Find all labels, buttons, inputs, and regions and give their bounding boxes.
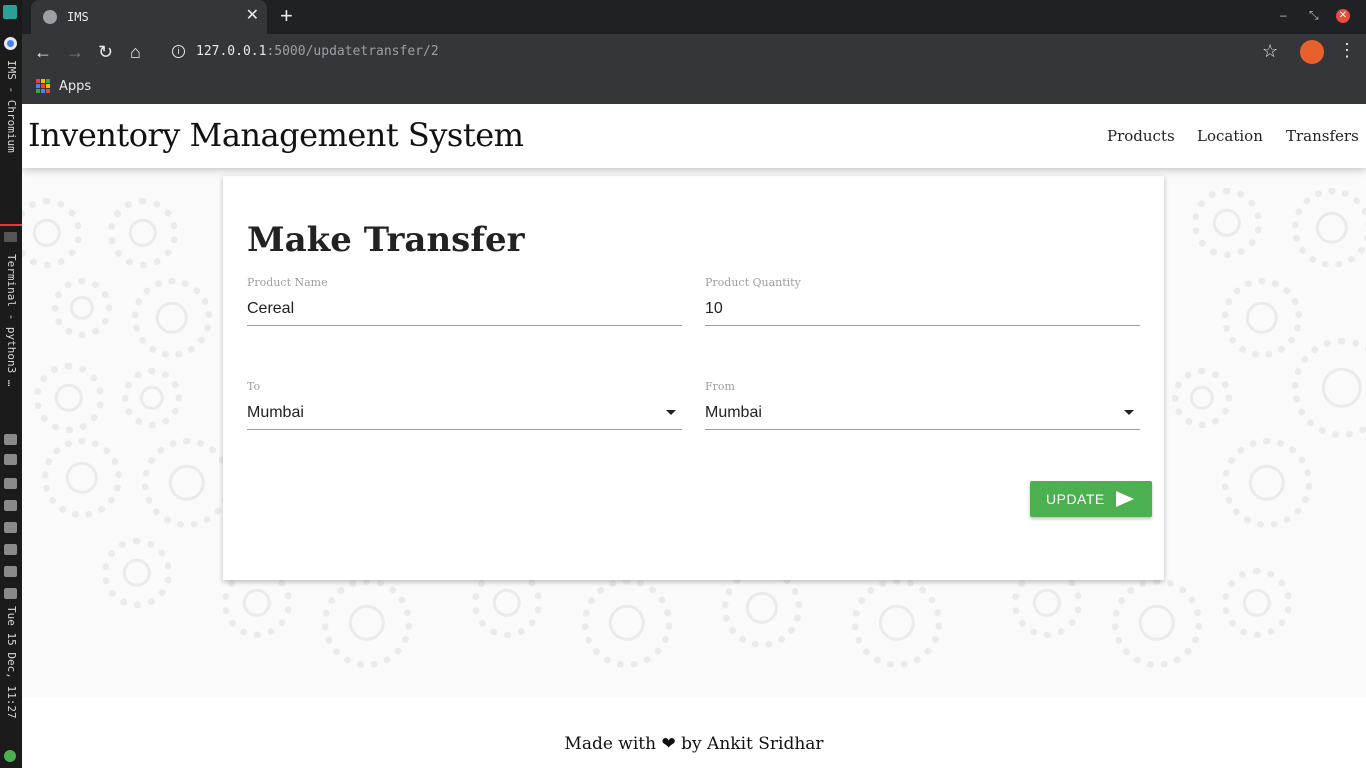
apps-grid-icon[interactable]	[36, 79, 50, 93]
taskbar-separator	[0, 224, 22, 226]
apps-bookmark[interactable]: Apps	[59, 79, 91, 94]
tray-keyboard-icon[interactable]	[4, 434, 17, 445]
from-selected-value[interactable]: Mumbai	[705, 404, 762, 422]
footer-credit: Made with ❤ by Ankit Sridhar	[22, 734, 1366, 754]
page-footer: Made with ❤ by Ankit Sridhar	[22, 698, 1366, 768]
bookmarks-bar: Apps	[22, 71, 1366, 104]
chromium-icon	[4, 37, 17, 50]
nav-link-location[interactable]: Location	[1197, 127, 1263, 145]
new-tab-button[interactable]: +	[280, 4, 293, 28]
footer-prefix: Made with	[564, 734, 657, 754]
browser-tab-strip: IMS ✕ + – ⤡ ✕	[22, 0, 1366, 34]
profile-avatar[interactable]	[1300, 40, 1324, 64]
url-host: 127.0.0.1	[196, 44, 267, 59]
terminal-icon	[4, 232, 17, 242]
from-label: From	[705, 380, 735, 393]
taskbar-window-terminal[interactable]: Terminal - python3 …	[2, 254, 20, 386]
product-name-input[interactable]: Cereal	[247, 300, 294, 318]
minimize-icon[interactable]: –	[1280, 8, 1287, 22]
product-name-field[interactable]: Product Name Cereal	[247, 276, 682, 336]
web-page: Inventory Management System Products Loc…	[22, 104, 1366, 768]
product-quantity-field[interactable]: Product Quantity 10	[705, 276, 1140, 336]
tray-network-icon[interactable]	[4, 478, 17, 489]
maximize-icon[interactable]: ⤡	[1309, 8, 1319, 23]
to-label: To	[247, 380, 261, 393]
footer-author: by Ankit Sridhar	[681, 734, 824, 754]
bookmark-star-icon[interactable]: ☆	[1262, 41, 1278, 62]
site-info-icon[interactable]: i	[172, 45, 185, 58]
url-path: :5000/updatetransfer/2	[266, 44, 439, 59]
home-icon[interactable]: ⌂	[130, 41, 141, 63]
workspace-icon[interactable]	[3, 5, 17, 19]
chevron-down-icon[interactable]	[666, 410, 676, 415]
address-bar[interactable]: i 127.0.0.1:5000/updatetransfer/2	[162, 37, 1282, 67]
back-icon[interactable]: ←	[34, 41, 52, 63]
send-icon	[1116, 491, 1134, 507]
transfer-form-card: Make Transfer Product Name Cereal Produc…	[223, 176, 1164, 580]
tray-display-icon[interactable]	[4, 454, 17, 465]
chevron-down-icon[interactable]	[1124, 410, 1134, 415]
to-location-select[interactable]: To Mumbai	[247, 380, 682, 440]
status-dot-icon	[4, 750, 16, 762]
nav-link-products[interactable]: Products	[1107, 127, 1175, 145]
product-name-label: Product Name	[247, 276, 328, 289]
url-text[interactable]: 127.0.0.1:5000/updatetransfer/2	[196, 44, 439, 59]
tray-battery-icon[interactable]	[4, 500, 17, 511]
tray-link-icon[interactable]	[4, 544, 17, 555]
brand-title[interactable]: Inventory Management System	[28, 116, 524, 154]
close-tab-icon[interactable]: ✕	[246, 7, 259, 25]
reload-icon[interactable]: ↻	[98, 41, 113, 63]
forward-icon[interactable]: →	[66, 41, 84, 63]
tray-volume-icon[interactable]	[4, 588, 17, 599]
form-title: Make Transfer	[247, 220, 525, 260]
globe-icon	[43, 10, 57, 24]
tab-title: IMS	[67, 10, 89, 24]
desktop-taskbar: IMS - Chromium Terminal - python3 … Tue …	[0, 0, 22, 768]
browser-toolbar: ← → ↻ ⌂ i 127.0.0.1:5000/updatetransfer/…	[22, 34, 1366, 71]
window-close-icon[interactable]: ✕	[1336, 9, 1350, 23]
product-quantity-input[interactable]: 10	[705, 300, 723, 318]
browser-tab[interactable]: IMS ✕	[31, 0, 267, 34]
tray-wifi-icon[interactable]	[4, 566, 17, 577]
taskbar-window-chromium[interactable]: IMS - Chromium	[2, 60, 20, 153]
field-underline	[247, 325, 682, 326]
tray-shield-icon[interactable]	[4, 522, 17, 533]
field-underline	[247, 429, 682, 430]
heart-icon: ❤	[661, 734, 676, 754]
from-location-select[interactable]: From Mumbai	[705, 380, 1140, 440]
taskbar-clock[interactable]: Tue 15 Dec, 11:27	[2, 606, 20, 719]
to-selected-value[interactable]: Mumbai	[247, 404, 304, 422]
update-button-label: UPDATE	[1046, 491, 1105, 507]
field-underline	[705, 429, 1140, 430]
site-navbar: Inventory Management System Products Loc…	[22, 104, 1366, 168]
nav-link-transfers[interactable]: Transfers	[1286, 127, 1359, 145]
menu-icon[interactable]: ⋮	[1338, 40, 1356, 61]
product-quantity-label: Product Quantity	[705, 276, 801, 289]
update-button[interactable]: UPDATE	[1030, 481, 1152, 517]
field-underline	[705, 325, 1140, 326]
